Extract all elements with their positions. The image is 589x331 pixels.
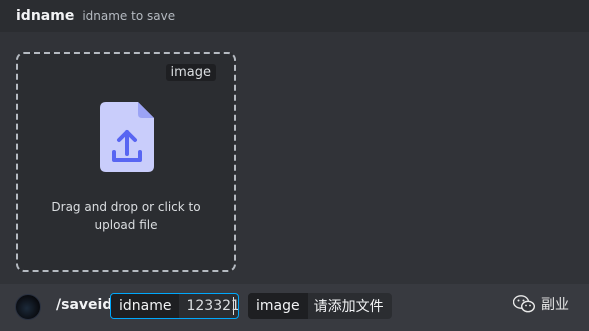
option-title: idname [16, 8, 75, 24]
text-caret [233, 297, 234, 315]
option-idname-field[interactable]: idname 123321 [110, 293, 239, 319]
file-dropzone[interactable]: image Drag and drop or click to upload f… [16, 52, 236, 272]
command-header: idname idname to save [0, 0, 589, 32]
option-idname-label: idname [111, 294, 180, 318]
option-image-label: image [248, 293, 308, 319]
watermark-text: 副业 [541, 297, 569, 313]
dropzone-option-tag: image [165, 64, 216, 81]
option-idname-value[interactable]: 123321 [179, 294, 238, 318]
bot-avatar [15, 294, 41, 320]
option-image-value[interactable]: 请添加文件 [308, 293, 392, 319]
watermark: 副业 [513, 292, 569, 316]
upload-file-icon [100, 102, 154, 172]
wechat-icon [513, 295, 535, 313]
option-description: idname to save [82, 9, 176, 23]
dropzone-instructions: Drag and drop or click to upload file [51, 200, 201, 232]
command-name: /saveid [56, 297, 113, 313]
option-image-field[interactable]: image 请添加文件 [248, 293, 392, 319]
